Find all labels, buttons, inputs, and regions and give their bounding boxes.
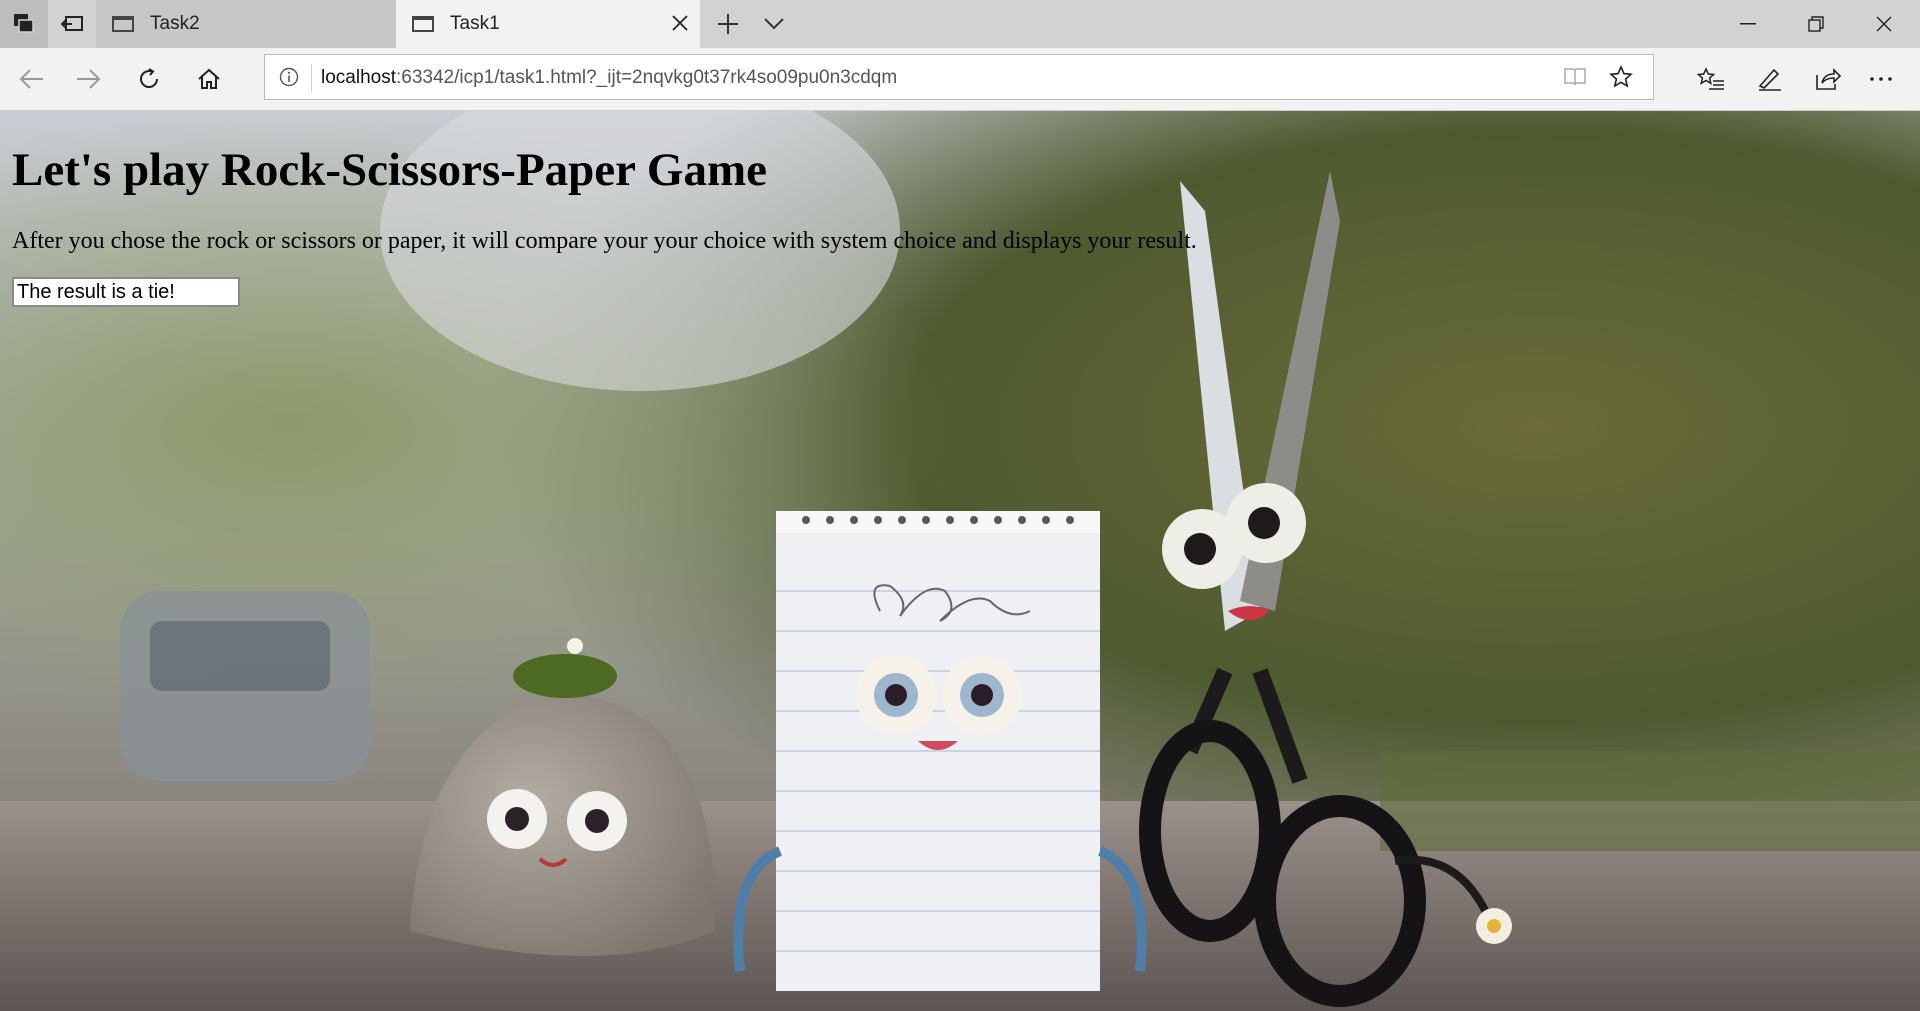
set-aside-tabs-icon[interactable] (48, 0, 96, 48)
divider (311, 64, 312, 92)
page-heading: Let's play Rock-Scissors-Paper Game (12, 144, 767, 196)
page-description: After you chose the rock or scissors or … (12, 228, 1197, 254)
tab-task1[interactable]: Task1 (396, 0, 700, 48)
page-icon (112, 16, 134, 32)
close-window-icon[interactable] (1850, 0, 1918, 48)
url-text[interactable]: localhost:63342/icp1/task1.html?_ijt=2nq… (321, 55, 897, 101)
reading-view-icon[interactable] (1563, 67, 1587, 92)
tab-title: Task1 (450, 13, 500, 34)
tab-task2[interactable]: Task2 (96, 0, 397, 48)
home-icon[interactable] (186, 56, 232, 102)
refresh-icon[interactable] (126, 56, 172, 102)
favorites-list-icon[interactable] (1688, 56, 1734, 102)
url-path: :63342/icp1/task1.html?_ijt=2nqvkg0t37rk… (396, 67, 898, 88)
close-tab-icon[interactable] (660, 11, 700, 37)
new-tab-icon[interactable] (706, 0, 750, 48)
url-host: localhost (321, 67, 396, 88)
forward-arrow-icon[interactable] (66, 56, 112, 102)
page-viewport: Let's play Rock-Scissors-Paper Game Afte… (0, 111, 1920, 1011)
more-ellipsis-icon[interactable] (1858, 56, 1904, 102)
page-icon (412, 16, 434, 32)
address-bar[interactable]: localhost:63342/icp1/task1.html?_ijt=2nq… (264, 54, 1654, 100)
restore-icon[interactable] (1782, 0, 1850, 48)
tab-actions-icon[interactable] (0, 0, 48, 48)
pen-icon[interactable] (1746, 56, 1792, 102)
info-icon[interactable] (279, 67, 299, 87)
share-icon[interactable] (1805, 56, 1851, 102)
star-icon[interactable] (1609, 65, 1633, 94)
tab-strip: Task2 Task1 (0, 0, 1920, 48)
result-field[interactable] (12, 277, 240, 307)
page-content: Let's play Rock-Scissors-Paper Game Afte… (12, 111, 1197, 307)
minimize-icon[interactable] (1714, 0, 1782, 48)
back-arrow-icon[interactable] (8, 56, 54, 102)
navigation-bar: localhost:63342/icp1/task1.html?_ijt=2nq… (0, 48, 1920, 111)
chevron-down-icon[interactable] (752, 0, 796, 48)
tab-title: Task2 (150, 13, 200, 34)
